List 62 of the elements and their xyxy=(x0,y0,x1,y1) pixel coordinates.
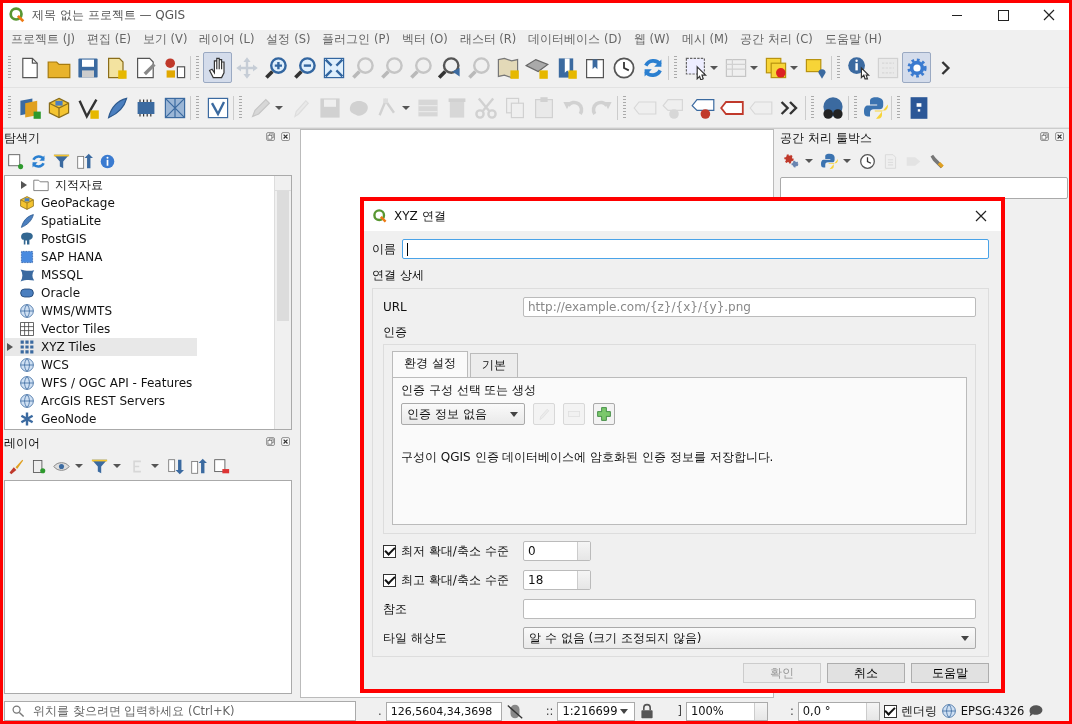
menu-item[interactable]: 편집 (E) xyxy=(82,31,136,47)
menu-item[interactable]: 메시 (M) xyxy=(676,31,734,47)
group-title: 연결 상세 xyxy=(372,267,425,284)
menu-item[interactable]: 보기 (V) xyxy=(137,31,193,47)
menu-item[interactable]: 프로젝트 (J) xyxy=(6,31,81,47)
number-spinbox[interactable]: 0 xyxy=(523,541,591,561)
auth-combo[interactable]: 인증 정보 없음 xyxy=(401,403,525,425)
rotation-label: : xyxy=(789,704,794,718)
cancel-button[interactable]: 취소 xyxy=(827,663,905,683)
help-button[interactable]: 도움말 xyxy=(911,663,989,683)
menu-item[interactable]: 공간 처리 (C) xyxy=(735,31,818,47)
tree-item[interactable]: SpatiaLite xyxy=(5,212,197,230)
menu-item[interactable]: 벡터 (O) xyxy=(397,31,453,47)
coordinate-field[interactable]: 126,5604,34,3698 xyxy=(385,701,502,721)
tree-item[interactable]: Vector Tiles xyxy=(5,320,197,338)
render-label: 렌더링 xyxy=(900,703,937,719)
checkbox-label: 최고 확대/축소 수준 xyxy=(401,571,509,589)
menu-item[interactable]: 레이어 (L) xyxy=(194,31,260,47)
url-field[interactable]: http://example.com/{z}/{x}/{y}.png xyxy=(523,297,976,317)
tree-item[interactable]: 지적자료 xyxy=(5,176,211,194)
crs-label[interactable]: EPSG:4326 xyxy=(960,704,1025,718)
tree-item[interactable]: XYZ Tiles xyxy=(5,338,197,356)
tree-item[interactable]: GeoPackage xyxy=(5,194,197,212)
prompt-text: 인증 구성 선택 또는 생성 xyxy=(401,382,538,399)
scale-combo[interactable]: 1:216699 xyxy=(557,701,636,721)
locator-field[interactable]: 위치를 찾으려면 입력하세요 (Ctrl+K) xyxy=(4,701,356,721)
field-label: 타일 해상도 xyxy=(383,629,448,647)
field-label: 이름 xyxy=(372,240,396,258)
menu-item[interactable]: 도움말 (H) xyxy=(819,31,887,47)
number-spinbox[interactable]: 18 xyxy=(523,570,591,590)
magnifier-spinbox[interactable]: 100% xyxy=(685,701,768,721)
tab[interactable]: 기본 xyxy=(469,353,518,377)
magnifier-label: ] xyxy=(677,704,682,718)
coordinate-label: . xyxy=(378,704,382,718)
section-label: 인증 xyxy=(383,324,408,341)
tree-item[interactable]: WCS xyxy=(5,356,197,374)
tree-item[interactable]: GeoNode xyxy=(5,410,197,428)
tree-item[interactable]: WMS/WMTS xyxy=(5,302,197,320)
panel-title: 탐색기 xyxy=(4,129,40,147)
field-label: 참조 xyxy=(383,600,408,618)
dialog-title: XYZ 연결 xyxy=(394,207,446,225)
tree-item[interactable]: Oracle xyxy=(5,284,197,302)
info-text: 구성이 QGIS 인증 데이터베이스에 암호화된 인증 정보를 저장합니다. xyxy=(401,449,775,466)
menu-item[interactable]: 데이터베이스 (D) xyxy=(523,31,627,47)
panel-title: 공간 처리 툴박스 xyxy=(780,129,872,147)
scale-label: :: xyxy=(545,704,554,718)
window-title: 제목 없는 프로젝트 — QGIS xyxy=(32,6,186,24)
tree-item[interactable]: SAP HANA xyxy=(5,248,197,266)
tree-item[interactable]: MSSQL xyxy=(5,266,197,284)
tab[interactable]: 환경 설정 xyxy=(392,351,468,377)
menu-item[interactable]: 웹 (W) xyxy=(628,31,675,47)
rotation-spinbox[interactable]: 0,0 ° xyxy=(797,701,880,721)
tree-item[interactable]: PostGIS xyxy=(5,230,197,248)
field-label: URL xyxy=(383,300,408,314)
tree-item[interactable]: ArcGIS REST Servers xyxy=(5,392,197,410)
menu-item[interactable]: 플러그인 (P) xyxy=(317,31,395,47)
tree-item[interactable]: WFS / OGC API - Features xyxy=(5,374,197,392)
menu-item[interactable]: 래스터 (R) xyxy=(454,31,522,47)
resolution-combo[interactable]: 알 수 없음 (크기 조정되지 않음) xyxy=(523,627,976,649)
menu-item[interactable]: 설정 (S) xyxy=(261,31,316,47)
panel-title: 레이어 xyxy=(4,434,40,452)
checkbox-label: 최저 확대/축소 수준 xyxy=(401,542,509,560)
